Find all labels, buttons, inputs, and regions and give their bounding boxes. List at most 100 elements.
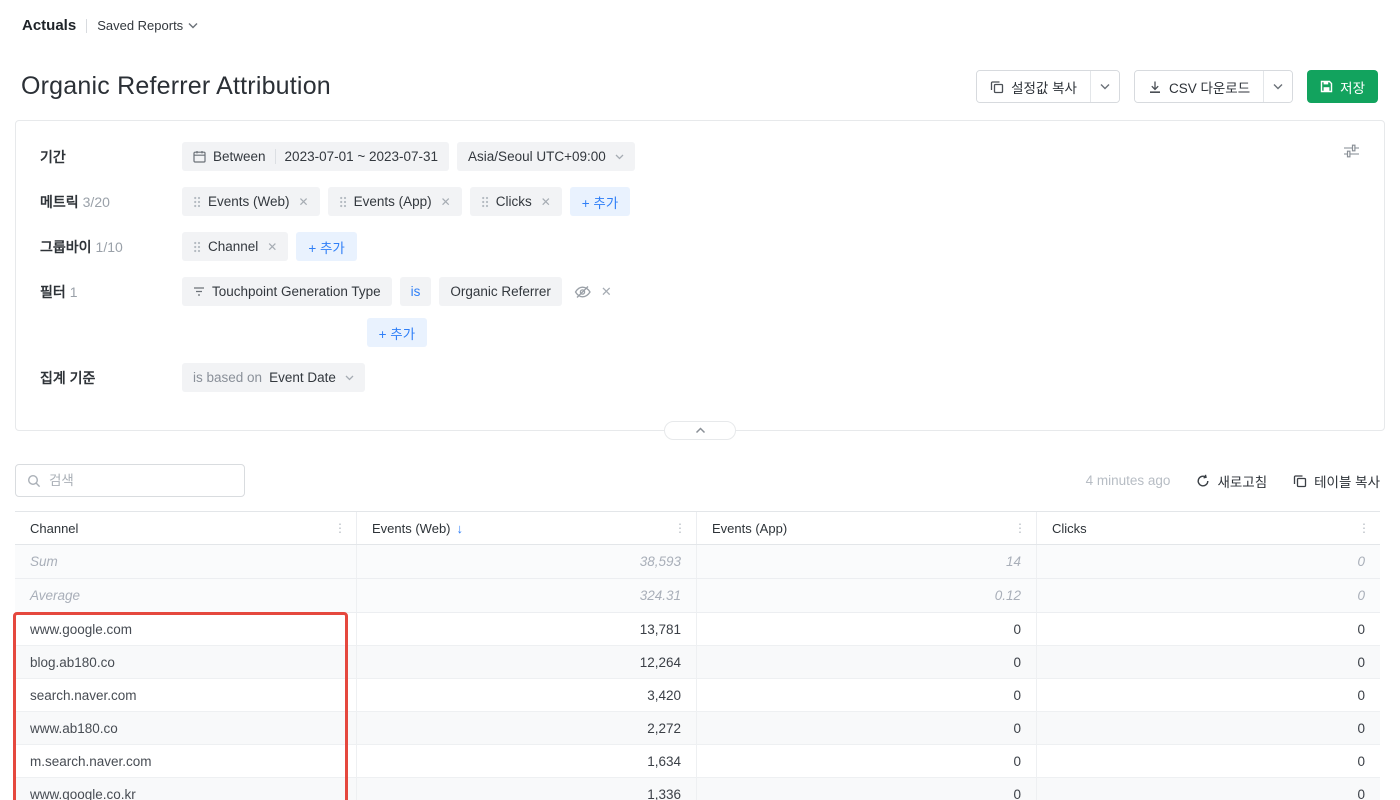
- channel-cell: blog.ab180.co: [15, 646, 357, 678]
- events-web-cell: 3,420: [357, 679, 697, 711]
- chevron-down-icon: [345, 375, 354, 381]
- events-app-cell: 0: [697, 745, 1037, 777]
- chip-divider: [275, 149, 276, 164]
- average-row: Average 324.31 0.12 0: [15, 579, 1380, 613]
- column-menu-icon[interactable]: ⋮: [674, 521, 686, 535]
- title-row: Organic Referrer Attribution 설정값 복사 CSV …: [0, 34, 1400, 103]
- csv-download-label: CSV 다운로드: [1169, 77, 1250, 97]
- table-row[interactable]: www.google.co.kr 1,336 0 0: [15, 778, 1380, 800]
- table-header-row: Channel ⋮ Events (Web) ↓ ⋮ Events (App) …: [15, 512, 1380, 545]
- copy-icon: [1293, 474, 1307, 488]
- table-toolbar: 4 minutes ago 새로고침 테이블 복사: [15, 464, 1380, 497]
- filter-field-chip[interactable]: Touchpoint Generation Type: [182, 277, 392, 306]
- metrics-label: 메트릭3/20: [40, 187, 182, 212]
- groupby-chip[interactable]: Channel ✕: [182, 232, 288, 261]
- table-row[interactable]: search.naver.com 3,420 0 0: [15, 679, 1380, 712]
- column-menu-icon[interactable]: ⋮: [334, 521, 346, 535]
- copy-table-label: 테이블 복사: [1314, 471, 1380, 491]
- column-header-clicks[interactable]: Clicks ⋮: [1037, 512, 1380, 544]
- channel-cell: www.google.co.kr: [15, 778, 357, 800]
- add-metric-button[interactable]: + 추가: [570, 187, 630, 216]
- chevron-down-icon: [188, 22, 198, 29]
- column-label: Events (App): [712, 521, 787, 536]
- column-menu-icon[interactable]: ⋮: [1358, 521, 1370, 535]
- events-app-cell: 0: [697, 778, 1037, 800]
- timezone-select[interactable]: Asia/Seoul UTC+09:00: [457, 142, 635, 171]
- copy-settings-button[interactable]: 설정값 복사: [977, 71, 1090, 102]
- download-icon: [1148, 80, 1162, 94]
- hide-filter-icon[interactable]: [574, 285, 591, 299]
- copy-table-button[interactable]: 테이블 복사: [1293, 471, 1380, 491]
- channel-cell: www.ab180.co: [15, 712, 357, 744]
- remove-filter-icon[interactable]: ✕: [601, 284, 612, 300]
- period-label: 기간: [40, 142, 182, 167]
- column-header-events-app[interactable]: Events (App) ⋮: [697, 512, 1037, 544]
- groupby-row: 그룹바이1/10 Channel ✕ + 추가: [40, 232, 1360, 261]
- metrics-label-text: 메트릭: [40, 194, 79, 210]
- save-button[interactable]: 저장: [1307, 70, 1378, 103]
- page-title: Organic Referrer Attribution: [21, 72, 331, 101]
- table-row[interactable]: www.google.com 13,781 0 0: [15, 613, 1380, 646]
- events-app-cell: 0: [697, 613, 1037, 645]
- remove-groupby-icon[interactable]: ✕: [265, 240, 277, 254]
- table-row[interactable]: m.search.naver.com 1,634 0 0: [15, 745, 1380, 778]
- metric-chip[interactable]: Events (Web) ✕: [182, 187, 320, 216]
- csv-download-button[interactable]: CSV 다운로드: [1135, 71, 1263, 102]
- sort-desc-icon[interactable]: ↓: [457, 521, 464, 536]
- avg-clicks: 0: [1037, 579, 1380, 612]
- table-search[interactable]: [15, 464, 245, 497]
- channel-cell: m.search.naver.com: [15, 745, 357, 777]
- events-web-cell: 1,336: [357, 778, 697, 800]
- table-row[interactable]: blog.ab180.co 12,264 0 0: [15, 646, 1380, 679]
- filter-operator-chip[interactable]: is: [400, 277, 432, 306]
- column-menu-icon[interactable]: ⋮: [1014, 521, 1026, 535]
- sum-row: Sum 38,593 14 0: [15, 545, 1380, 579]
- save-label: 저장: [1340, 77, 1365, 97]
- avg-events-app: 0.12: [697, 579, 1037, 612]
- collapse-panel-button[interactable]: [664, 421, 736, 440]
- copy-settings-dropdown[interactable]: [1090, 71, 1119, 102]
- aggregation-basis-select[interactable]: is based on Event Date: [182, 363, 365, 392]
- metrics-count: 3/20: [83, 194, 110, 210]
- summary-label: Sum: [15, 545, 357, 578]
- copy-icon: [990, 80, 1004, 94]
- calendar-icon: [193, 150, 206, 163]
- events-app-cell: 0: [697, 712, 1037, 744]
- search-icon: [27, 474, 41, 488]
- refresh-button[interactable]: 새로고침: [1196, 471, 1267, 491]
- date-range-chip[interactable]: Between 2023-07-01 ~ 2023-07-31: [182, 142, 449, 171]
- add-groupby-button[interactable]: + 추가: [296, 232, 356, 261]
- remove-metric-icon[interactable]: ✕: [439, 195, 451, 209]
- remove-metric-icon[interactable]: ✕: [297, 195, 309, 209]
- metric-chip[interactable]: Clicks ✕: [470, 187, 562, 216]
- aggregation-prefix: is based on: [193, 370, 262, 385]
- remove-metric-icon[interactable]: ✕: [539, 195, 551, 209]
- filter-value-chip[interactable]: Organic Referrer: [439, 277, 562, 306]
- filter-count: 1: [70, 284, 78, 300]
- sum-events-app: 14: [697, 545, 1037, 578]
- groupby-label-text: 그룹바이: [40, 239, 92, 255]
- refresh-icon: [1196, 474, 1210, 488]
- metric-chip[interactable]: Events (App) ✕: [328, 187, 462, 216]
- table-row[interactable]: www.ab180.co 2,272 0 0: [15, 712, 1380, 745]
- search-input[interactable]: [49, 473, 233, 488]
- date-operator: Between: [213, 149, 266, 164]
- sliders-icon[interactable]: [1343, 143, 1360, 159]
- drag-handle-icon: [193, 241, 201, 253]
- saved-reports-menu[interactable]: Saved Reports: [97, 18, 198, 33]
- clicks-cell: 0: [1037, 745, 1380, 777]
- aggregation-label: 집계 기준: [40, 363, 182, 388]
- events-app-cell: 0: [697, 646, 1037, 678]
- clicks-cell: 0: [1037, 679, 1380, 711]
- filter-icon: [193, 286, 205, 297]
- filter-label: 필터1: [40, 277, 182, 302]
- nav-divider: [86, 19, 87, 33]
- column-header-channel[interactable]: Channel ⋮: [15, 512, 357, 544]
- period-row: 기간 Between 2023-07-01 ~ 2023-07-31 Asia/…: [40, 142, 1360, 171]
- filter-label-text: 필터: [40, 284, 66, 300]
- table-body: www.google.com 13,781 0 0 blog.ab180.co …: [15, 613, 1380, 800]
- column-header-events-web[interactable]: Events (Web) ↓ ⋮: [357, 512, 697, 544]
- add-filter-button[interactable]: + 추가: [367, 318, 427, 347]
- saved-reports-label: Saved Reports: [97, 18, 183, 33]
- csv-download-dropdown[interactable]: [1263, 71, 1292, 102]
